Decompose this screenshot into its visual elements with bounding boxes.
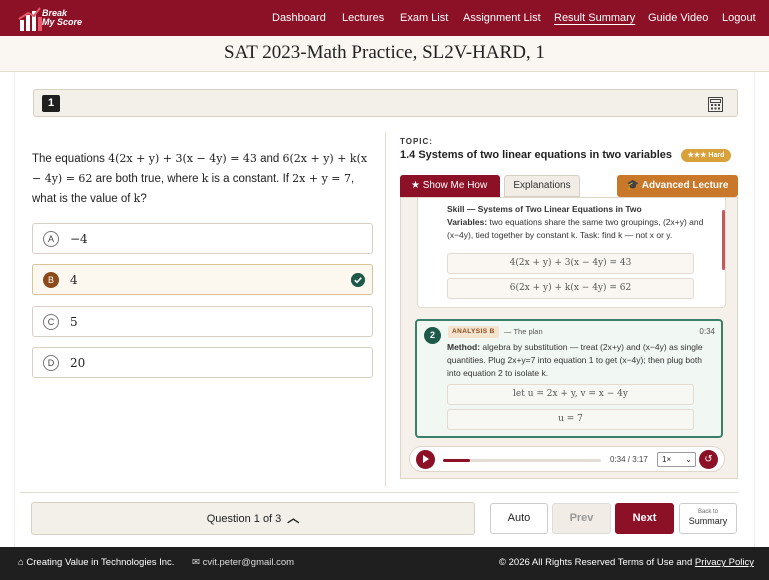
calculator-icon[interactable] <box>708 97 723 112</box>
step-card-analysis: 2 ANALYSIS B — The plan 0:34 Method: alg… <box>415 319 723 438</box>
step-number: 2 <box>424 327 441 344</box>
star-icon: ★ <box>411 180 420 191</box>
mail-icon: ✉ <box>192 557 200 568</box>
choice-letter: A <box>43 231 59 247</box>
privacy-policy-link[interactable]: Privacy Policy <box>695 557 754 568</box>
choice-text: 5 <box>70 315 78 329</box>
summary-label: Summary <box>688 516 728 526</box>
audio-player: 0:34 / 3:17 1× ⌄ ↺ <box>409 446 725 472</box>
analysis-badge: ANALYSIS B <box>448 326 499 338</box>
progress-fill <box>443 459 470 462</box>
nav-result-summary[interactable]: Result Summary <box>554 12 635 24</box>
home-icon: ⌂ <box>18 557 24 568</box>
nav-guide-video[interactable]: Guide Video <box>648 12 708 24</box>
scrollbar-thumb[interactable] <box>722 210 725 270</box>
nav-assignment-list[interactable]: Assignment List <box>463 12 541 24</box>
time-display: 0:34 / 3:17 <box>610 455 648 464</box>
question-header-bar: 1 <box>33 89 738 117</box>
choice-a[interactable]: A −4 <box>32 223 373 254</box>
chevron-up-icon: ︿ <box>287 511 300 525</box>
choice-letter: D <box>43 355 59 371</box>
equation-box: 6(2x + y) + k(x − 4y) = 62 <box>447 278 694 299</box>
nav-dashboard[interactable]: Dashboard <box>272 12 326 24</box>
progress-track[interactable] <box>443 459 601 462</box>
tab-show-me-how[interactable]: ★ Show Me How <box>400 175 500 197</box>
site-footer: ⌂ Creating Value in Technologies Inc. ✉ … <box>0 547 769 580</box>
top-nav: Break My Score Dashboard Lectures Exam L… <box>0 0 769 36</box>
equation-box: let u = 2x + y, v = x − 4y <box>447 384 694 405</box>
equation-box: 4(2x + y) + 3(x − 4y) = 43 <box>447 253 694 274</box>
topic-title: 1.4 Systems of two linear equations in t… <box>400 149 673 161</box>
question-text: The equations 4(2x + y) + 3(x − 4y) = 43… <box>32 152 368 205</box>
step-text: Skill — Systems of Two Linear Equations … <box>447 204 704 240</box>
question-counter[interactable]: Question 1 of 3 ︿ <box>31 502 475 535</box>
logo-text: Break My Score <box>42 8 83 27</box>
nav-lectures[interactable]: Lectures <box>342 12 384 24</box>
advanced-lecture-button[interactable]: 🎓 Advanced Lecture <box>617 175 738 197</box>
step-subtitle: — The plan <box>504 327 543 336</box>
play-icon[interactable] <box>416 450 435 469</box>
choice-letter: C <box>43 314 59 330</box>
difficulty-badge: ★★★ Hard <box>681 149 731 162</box>
choice-c[interactable]: C 5 <box>32 306 373 337</box>
check-icon <box>351 273 365 287</box>
footer-company: ⌂ Creating Value in Technologies Inc. <box>18 557 175 568</box>
choice-letter: B <box>43 272 59 288</box>
tab-explanations[interactable]: Explanations <box>504 175 580 197</box>
prev-button[interactable]: Prev <box>552 503 611 534</box>
nav-exam-list[interactable]: Exam List <box>400 12 448 24</box>
footer-email[interactable]: ✉ cvit.peter@gmail.com <box>192 557 294 568</box>
explanation-scroll-area[interactable]: Skill — Systems of Two Linear Equations … <box>400 197 738 479</box>
auto-button[interactable]: Auto <box>490 503 548 534</box>
page-title: SAT 2023-Math Practice, SL2V-HARD, 1 <box>224 42 545 63</box>
choice-text: 4 <box>70 273 78 287</box>
column-divider <box>385 132 386 487</box>
chevron-down-icon: ⌄ <box>685 455 692 464</box>
question-number: 1 <box>42 95 60 112</box>
footer-divider <box>20 492 738 493</box>
choice-text: 20 <box>70 356 86 370</box>
back-to-summary-button[interactable]: Back to Summary <box>679 503 737 534</box>
step-timestamp[interactable]: 0:34 <box>699 327 715 336</box>
equation-box: u = 7 <box>447 409 694 430</box>
button-label: Advanced Lecture <box>641 180 729 191</box>
tab-label: Show Me How <box>422 180 488 191</box>
topic-label: TOPIC: <box>400 137 433 146</box>
summary-small-label: Back to <box>697 509 718 515</box>
step-card-skill: Skill — Systems of Two Linear Equations … <box>417 198 726 308</box>
step-text: Method: algebra by substitution — treat … <box>447 342 703 378</box>
speed-select[interactable]: 1× ⌄ <box>657 452 696 467</box>
title-bar: SAT 2023-Math Practice, SL2V-HARD, 1 <box>0 36 769 72</box>
next-button[interactable]: Next <box>615 503 674 534</box>
choice-b[interactable]: B 4 <box>32 264 373 295</box>
nav-logout[interactable]: Logout <box>722 12 756 24</box>
replay-icon[interactable]: ↺ <box>699 450 718 469</box>
graduation-cap-icon: 🎓 <box>626 180 639 191</box>
choice-text: −4 <box>70 232 88 246</box>
choice-d[interactable]: D 20 <box>32 347 373 378</box>
footer-copyright: © 2026 All Rights Reserved Terms of Use … <box>499 557 754 568</box>
